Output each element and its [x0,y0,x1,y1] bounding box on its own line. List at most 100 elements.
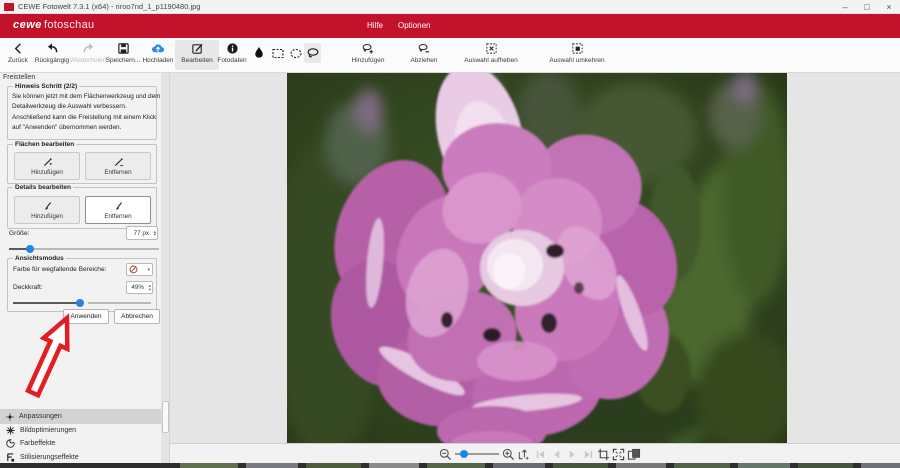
size-slider[interactable] [9,244,159,253]
wand-plus-icon [42,157,53,168]
annotation-arrow [15,313,85,405]
size-slider-knob[interactable] [26,245,34,253]
invert-selection-icon [571,42,584,55]
export-up-icon [517,448,530,461]
detail-edit-title: Details bearbeiten [13,184,73,191]
hint-line: Sie können jetzt mit dem Flächenwerkzeug… [12,92,160,102]
hint-line: Anschließend kann die Freistellung mit e… [12,113,160,123]
apply-button[interactable]: Anwenden [63,309,109,324]
size-label: Größe: [9,230,30,237]
tulip-photo[interactable] [287,73,787,443]
window-title: CEWE Fotowelt 7.3.1 (x64) - riroo7nd_1_p… [18,2,200,11]
back-chevron-icon [12,42,25,55]
opacity-spinner[interactable]: 49% ▴▾ [126,281,153,294]
size-spinner[interactable]: 77 px ▴▾ [126,226,158,240]
area-remove-button[interactable]: Entfernen [85,152,151,180]
nav-first-button [533,447,547,461]
lasso-icon [306,46,320,60]
area-add-button[interactable]: Hinzufügen [14,152,80,180]
close-icon[interactable]: × [878,0,900,14]
photo-canvas [170,73,900,443]
accordion-anpassungen[interactable]: Anpassungen [0,410,162,424]
detail-edit-group: Details bearbeiten Hinzufügen Entfernen [7,187,157,229]
detail-remove-button[interactable]: Entfernen [85,196,151,224]
color-dropdown[interactable]: ▾ [126,263,153,276]
zoom-slider-knob[interactable] [460,450,468,458]
zoom-out-icon [439,448,452,461]
nav-first-icon [535,449,546,460]
opacity-label: Deckkraft: [13,284,43,291]
compare-button[interactable] [627,447,641,461]
cewe-logo: cewe [13,19,42,31]
titlebar: CEWE Fotowelt 7.3.1 (x64) - riroo7nd_1_p… [0,0,900,14]
upload-button[interactable]: Hochladen [137,40,179,70]
nav-last-button [581,447,595,461]
nav-last-icon [583,449,594,460]
minimize-icon[interactable]: – [834,0,856,14]
area-edit-group: Flächen bearbeiten Hinzufügen Entfernen [7,144,157,184]
panel-title: Freistellen [3,74,35,81]
ellipse-select-tool[interactable] [287,43,304,63]
lasso-plus-icon [361,42,375,55]
zoom-out-button[interactable] [438,447,452,461]
info-icon [226,42,239,55]
menu-optionen[interactable]: Optionen [398,21,430,30]
deselect-icon [485,42,498,55]
adjust-icon [6,413,14,421]
marquee-rect-icon [271,46,285,60]
hint-line: Detailwerkzeug die Auswahl verbessern. [12,102,160,112]
zoom-in-icon [502,448,515,461]
cancel-button[interactable]: Abbrechen [114,309,160,324]
opacity-slider-knob[interactable] [76,299,84,307]
nav-next-button [565,447,579,461]
crop-button[interactable] [596,447,610,461]
area-edit-title: Flächen bearbeiten [13,141,76,148]
color-label: Farbe für wegfallende Bereiche: [13,266,106,273]
spinner-arrows-icon[interactable]: ▴▾ [154,227,156,239]
view-mode-title: Ansichtsmodus [13,255,66,262]
freistellen-panel: Freistellen Hinweis Schritt (2/2) Sie kö… [0,73,170,468]
filmstrip[interactable] [0,463,900,468]
brush-minus-icon [113,201,124,212]
menu-hilfe[interactable]: Hilfe [367,21,383,30]
export-button[interactable] [516,447,530,461]
fullscreen-button[interactable] [611,447,625,461]
accordion-farbeffekte[interactable]: Farbeffekte [0,437,162,451]
accordion-bildoptimierungen[interactable]: Bildoptimierungen [0,424,162,438]
undo-icon [46,42,59,55]
spinner-arrows-icon[interactable]: ▴▾ [149,282,151,293]
deselect-button[interactable]: Auswahl aufheben [460,40,522,70]
brush-plus-icon [42,201,53,212]
lasso-minus-icon [417,42,431,55]
selection-subtract-button[interactable]: Abziehen [404,40,444,70]
hint-box: Hinweis Schritt (2/2) Sie können jetzt m… [7,86,157,140]
edit-icon [191,42,204,55]
hint-line: auf "Anwenden" übernommen werden. [12,123,160,133]
zoom-toolbar [170,443,900,463]
zoom-in-button[interactable] [501,447,515,461]
hint-title: Hinweis Schritt (2/2) [13,83,79,90]
brand-bar: cewe fotoschau Hilfe Optionen [0,14,900,38]
rect-select-tool[interactable] [269,43,286,63]
sidebar-scrollbar-thumb[interactable] [162,401,169,433]
photo-data-button[interactable]: Fotodaten [211,40,253,70]
freehand-tool[interactable] [250,43,267,63]
sidebar-scrollbar[interactable] [161,73,169,468]
maximize-icon[interactable]: □ [856,0,878,14]
selection-add-button[interactable]: Hinzufügen [345,40,391,70]
no-color-icon [129,265,138,274]
app-icon [4,3,14,11]
crop-icon [597,448,610,461]
lasso-tool[interactable] [304,43,321,63]
detail-add-button[interactable]: Hinzufügen [14,196,80,224]
nav-prev-icon [551,449,562,460]
compare-icon [627,448,641,461]
opacity-slider[interactable] [13,298,151,307]
invert-selection-button[interactable]: Auswahl umkehren [544,40,610,70]
marquee-ellipse-icon [289,46,303,60]
accordion-stilisierungseffekte[interactable]: Stilisierungseffekte [0,451,162,465]
main-toolbar: Zurück Rückgängig Wiederholen Speichern.… [0,38,900,73]
effects-accordion: Anpassungen Bildoptimierungen Farbeffekt… [0,409,162,464]
cloud-upload-icon [151,42,165,55]
chevron-down-icon: ▾ [147,267,150,273]
